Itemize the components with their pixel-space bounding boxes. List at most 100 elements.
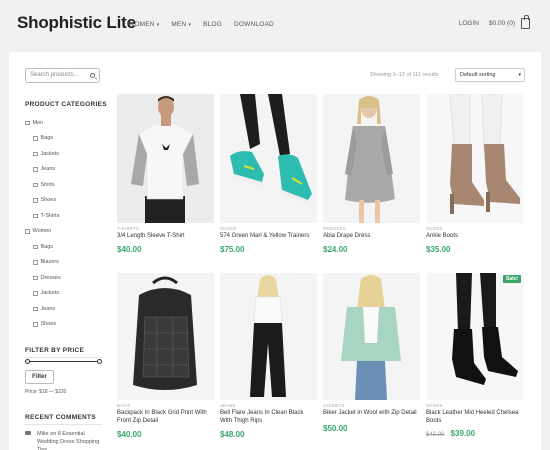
product-price: $24.00 (323, 245, 347, 254)
jacket-photo (323, 273, 420, 400)
filter-button[interactable]: Filter (25, 370, 54, 384)
checkbox-icon[interactable] (33, 275, 38, 280)
category-label: Shirts (40, 181, 55, 188)
checkbox-icon[interactable] (33, 322, 38, 327)
checkbox-icon[interactable] (33, 136, 38, 141)
category-item[interactable]: Bags (25, 131, 105, 147)
category-item[interactable]: Bags (25, 239, 105, 255)
price-slider[interactable] (25, 359, 102, 364)
checkbox-icon[interactable] (33, 244, 38, 249)
product-image[interactable] (323, 273, 420, 400)
filter-by-price-heading: FILTER BY PRICE (25, 347, 102, 358)
product-card[interactable]: SHOES Ankle Boots $35.00 (426, 94, 523, 264)
category-item[interactable]: Women (25, 224, 105, 240)
sorting-value: Default sorting (460, 72, 496, 78)
category-item[interactable]: Jackets (25, 286, 105, 302)
product-card[interactable]: BAGS Backpack In Black Grid Print With F… (117, 273, 214, 450)
checkbox-icon[interactable] (33, 306, 38, 311)
product-name[interactable]: Abia Drape Dress (323, 233, 420, 241)
checkbox-icon[interactable] (33, 182, 38, 187)
category-item[interactable]: Jackets (25, 146, 105, 162)
shopping-bag-icon[interactable] (521, 15, 530, 29)
old-price: $42.00 (426, 432, 445, 438)
category-label: Shoes (40, 197, 57, 204)
tshirt-photo (117, 94, 214, 223)
sale-badge: Sale! (503, 275, 521, 283)
product-card[interactable]: DRESSES Abia Drape Dress $24.00 (323, 94, 420, 264)
product-category[interactable]: SHOES (426, 403, 443, 408)
category-item[interactable]: Men (25, 115, 105, 131)
category-item[interactable]: Shoes (25, 317, 105, 333)
slider-handle-max[interactable] (97, 359, 102, 364)
category-item[interactable]: Blazers (25, 255, 105, 271)
checkbox-icon[interactable] (33, 167, 38, 172)
sorting-select[interactable]: Default sorting ▾ (455, 68, 525, 82)
product-price: $75.00 (220, 245, 244, 254)
product-category[interactable]: SHOES (220, 226, 237, 231)
product-category[interactable]: T-SHIRTS (117, 226, 139, 231)
login-link[interactable]: LOGIN (459, 20, 479, 27)
product-price: $40.00 (117, 430, 141, 439)
checkbox-icon[interactable] (25, 229, 30, 234)
nav-men[interactable]: MEN ▾ (171, 21, 191, 28)
product-image[interactable] (117, 273, 214, 400)
product-name[interactable]: Ankle Boots (426, 233, 523, 241)
site-logo[interactable]: Shophistic Lite (17, 13, 136, 33)
recent-comment[interactable]: Mike on 8 Essential Wedding Dress Shoppi… (25, 430, 105, 450)
product-category[interactable]: BAGS (117, 403, 130, 408)
checkbox-icon[interactable] (33, 151, 38, 156)
category-item[interactable]: Jeans (25, 301, 105, 317)
search-icon[interactable] (90, 73, 95, 78)
site-header: Shophistic Lite WOMEN ▾ MEN ▾ BLOG DOWNL… (0, 0, 550, 50)
trainers-photo (220, 94, 317, 223)
product-card[interactable]: T-SHIRTS 3/4 Length Sleeve T-Shirt $40.0… (117, 94, 214, 264)
product-image[interactable] (426, 94, 523, 223)
category-item[interactable]: Dresses (25, 270, 105, 286)
product-category[interactable]: DRESSES (323, 226, 346, 231)
product-image[interactable]: Sale! (426, 273, 523, 400)
product-price: $35.00 (426, 245, 450, 254)
product-name[interactable]: 574 Green Marl & Yellow Trainers (220, 233, 317, 241)
category-item[interactable]: Jeans (25, 162, 105, 178)
product-image[interactable] (323, 94, 420, 223)
product-price: $50.00 (323, 424, 347, 433)
checkbox-icon[interactable] (25, 120, 30, 125)
checkbox-icon[interactable] (33, 213, 38, 218)
chevron-down-icon: ▾ (188, 21, 192, 28)
slider-handle-min[interactable] (25, 359, 30, 364)
category-item[interactable]: T-Shirts (25, 208, 105, 224)
product-category[interactable]: JACKETS (323, 403, 345, 408)
nav-blog[interactable]: BLOG (203, 21, 222, 28)
checkbox-icon[interactable] (33, 291, 38, 296)
checkbox-icon[interactable] (33, 198, 38, 203)
search-placeholder: Search products… (30, 72, 80, 78)
cart-total[interactable]: $0.00 (0) (489, 20, 515, 27)
product-name[interactable]: 3/4 Length Sleeve T-Shirt (117, 233, 214, 241)
product-image[interactable] (220, 94, 317, 223)
nav-women[interactable]: WOMEN ▾ (128, 21, 159, 28)
product-card[interactable]: Sale! SHOES Black Leather Mid Heeled Che… (426, 273, 523, 450)
nav-download[interactable]: DOWNLOAD (234, 21, 274, 28)
category-item[interactable]: Shoes (25, 193, 105, 209)
search-input[interactable]: Search products… (25, 68, 100, 83)
product-name[interactable]: Backpack In Black Grid Print With Front … (117, 410, 214, 425)
product-category[interactable]: SHOES (426, 226, 443, 231)
product-image[interactable] (220, 273, 317, 400)
product-image[interactable] (117, 94, 214, 223)
checkbox-icon[interactable] (33, 260, 38, 265)
product-card[interactable]: JACKETS Biker Jacket in Wool with Zip De… (323, 273, 420, 450)
product-card[interactable]: JEANS Bell Flare Jeans In Clean Black Wi… (220, 273, 317, 450)
product-price: $48.00 (220, 430, 244, 439)
recent-comments-heading: RECENT COMMENTS (25, 414, 102, 425)
product-name[interactable]: Bell Flare Jeans In Clean Black With Thi… (220, 410, 317, 425)
product-price: $42.00 $39.00 (426, 429, 475, 438)
price-value: $50.00 (323, 424, 348, 433)
product-card[interactable]: SHOES 574 Green Marl & Yellow Trainers $… (220, 94, 317, 264)
product-name[interactable]: Biker Jacket in Wool with Zip Detail (323, 410, 420, 418)
category-label: Shoes (40, 321, 57, 328)
category-label: T-Shirts (40, 212, 60, 219)
product-name[interactable]: Black Leather Mid Heeled Chelsea Boots (426, 410, 523, 425)
category-item[interactable]: Shirts (25, 177, 105, 193)
nav-label: MEN (171, 21, 187, 28)
product-category[interactable]: JEANS (220, 403, 236, 408)
